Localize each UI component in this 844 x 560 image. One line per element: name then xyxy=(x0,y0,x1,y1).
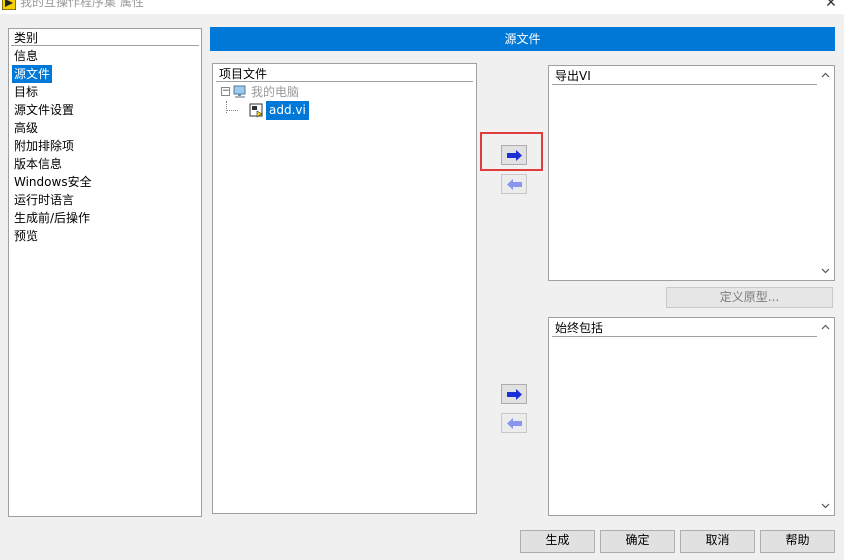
category-item-source-files[interactable]: 源文件 xyxy=(12,65,53,83)
remove-from-always-include-button[interactable] xyxy=(501,413,527,433)
cancel-button[interactable]: 取消 xyxy=(680,530,755,553)
category-item-version-info[interactable]: 版本信息 xyxy=(12,155,64,173)
add-to-export-vi-button[interactable] xyxy=(501,145,527,165)
scroll-down-icon[interactable] xyxy=(821,501,830,510)
build-button[interactable]: 生成 xyxy=(520,530,595,553)
export-vi-header: 导出VI xyxy=(552,68,817,85)
category-item-info[interactable]: 信息 xyxy=(12,47,40,65)
category-item-pre-post-build-actions[interactable]: 生成前/后操作 xyxy=(12,209,92,227)
always-include-header: 始终包括 xyxy=(552,320,817,337)
category-list: 类别 信息 源文件 目标 源文件设置 高级 附加排除项 版本信息 Windows… xyxy=(8,28,202,517)
computer-icon xyxy=(233,85,247,99)
export-vi-scrollbar[interactable] xyxy=(818,67,833,279)
category-item-additional-exclusions[interactable]: 附加排除项 xyxy=(12,137,76,155)
add-to-always-include-button[interactable] xyxy=(501,384,527,404)
category-item-windows-security[interactable]: Windows安全 xyxy=(12,173,94,191)
scroll-up-icon[interactable] xyxy=(821,71,830,80)
right-arrow-icon xyxy=(507,389,522,400)
define-prototype-button[interactable]: 定义原型... xyxy=(666,287,833,308)
vi-file-icon xyxy=(249,103,264,118)
project-files-tree: 项目文件 − 我的电脑 add.vi xyxy=(212,63,477,514)
tree-node-my-computer[interactable]: 我的电脑 xyxy=(251,84,299,100)
help-button[interactable]: 帮助 xyxy=(760,530,835,553)
category-item-runtime-languages[interactable]: 运行时语言 xyxy=(12,191,76,209)
labview-app-icon xyxy=(1,0,17,11)
category-item-preview[interactable]: 预览 xyxy=(12,227,40,245)
export-vi-list[interactable]: 导出VI xyxy=(548,65,835,281)
title-bar: 我的互操作程序集 属性 ✕ xyxy=(0,0,844,14)
category-item-destinations[interactable]: 目标 xyxy=(12,83,40,101)
tree-connector xyxy=(227,110,238,111)
left-arrow-icon xyxy=(507,179,522,190)
category-item-advanced[interactable]: 高级 xyxy=(12,119,40,137)
tree-collapse-toggle[interactable]: − xyxy=(221,87,230,96)
project-files-header: 项目文件 xyxy=(216,66,473,82)
remove-from-export-vi-button[interactable] xyxy=(501,174,527,194)
section-header: 源文件 xyxy=(210,27,835,51)
always-include-list[interactable]: 始终包括 xyxy=(548,317,835,516)
right-arrow-icon xyxy=(507,150,522,161)
tree-connector xyxy=(226,101,227,113)
tree-node-add-vi[interactable]: add.vi xyxy=(266,101,309,120)
close-button[interactable]: ✕ xyxy=(820,0,842,12)
category-item-source-file-settings[interactable]: 源文件设置 xyxy=(12,101,76,119)
left-arrow-icon xyxy=(507,418,522,429)
scroll-up-icon[interactable] xyxy=(821,323,830,332)
ok-button[interactable]: 确定 xyxy=(600,530,675,553)
always-include-scrollbar[interactable] xyxy=(818,319,833,514)
category-header: 类别 xyxy=(11,30,199,46)
window-title: 我的互操作程序集 属性 xyxy=(20,0,144,9)
scroll-down-icon[interactable] xyxy=(821,266,830,275)
